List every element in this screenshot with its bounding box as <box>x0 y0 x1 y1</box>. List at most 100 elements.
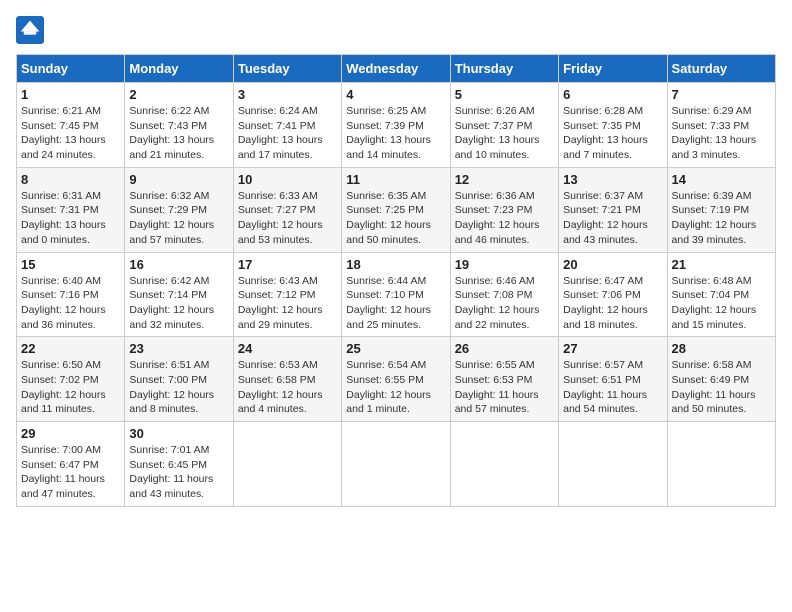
day-header-saturday: Saturday <box>667 55 775 83</box>
calendar-cell-day-2: 2 Sunrise: 6:22 AM Sunset: 7:43 PM Daylig… <box>125 83 233 168</box>
empty-cell <box>342 422 450 507</box>
day-number: 30 <box>129 426 228 441</box>
day-number: 7 <box>672 87 771 102</box>
cell-info: Sunrise: 6:29 AM Sunset: 7:33 PM Dayligh… <box>672 104 771 163</box>
day-number: 2 <box>129 87 228 102</box>
calendar-cell-day-3: 3Sunrise: 6:24 AM Sunset: 7:41 PM Daylig… <box>233 83 341 168</box>
cell-info: Sunrise: 6:33 AM Sunset: 7:27 PM Dayligh… <box>238 189 337 248</box>
day-number: 19 <box>455 257 554 272</box>
calendar-cell-day-15: 15 Sunrise: 6:40 AM Sunset: 7:16 PM Dayli… <box>17 252 125 337</box>
day-header-thursday: Thursday <box>450 55 558 83</box>
calendar-cell-day-28: 28Sunrise: 6:58 AM Sunset: 6:49 PM Dayli… <box>667 337 775 422</box>
day-number: 8 <box>21 172 120 187</box>
day-number: 27 <box>563 341 662 356</box>
cell-info: Sunrise: 6:50 AM Sunset: 7:02 PM Dayligh… <box>21 358 120 417</box>
calendar-cell-day-1: 1 Sunrise: 6:21 AM Sunset: 7:45 PM Daylig… <box>17 83 125 168</box>
calendar-week-row: 15 Sunrise: 6:40 AM Sunset: 7:16 PM Dayli… <box>17 252 776 337</box>
cell-info: Sunrise: 6:39 AM Sunset: 7:19 PM Dayligh… <box>672 189 771 248</box>
calendar-cell-day-11: 11 Sunrise: 6:35 AM Sunset: 7:25 PM Dayli… <box>342 167 450 252</box>
cell-info: Sunrise: 6:55 AM Sunset: 6:53 PM Dayligh… <box>455 358 554 417</box>
cell-info: Sunrise: 6:46 AM Sunset: 7:08 PM Dayligh… <box>455 274 554 333</box>
day-number: 18 <box>346 257 445 272</box>
cell-info: Sunrise: 6:53 AM Sunset: 6:58 PM Dayligh… <box>238 358 337 417</box>
calendar-cell-day-30: 30 Sunrise: 7:01 AM Sunset: 6:45 PM Dayli… <box>125 422 233 507</box>
day-number: 4 <box>346 87 445 102</box>
calendar-cell-day-22: 22 Sunrise: 6:50 AM Sunset: 7:02 PM Dayli… <box>17 337 125 422</box>
empty-cell <box>559 422 667 507</box>
day-header-sunday: Sunday <box>17 55 125 83</box>
day-number: 9 <box>129 172 228 187</box>
day-number: 29 <box>21 426 120 441</box>
cell-info: Sunrise: 6:22 AM Sunset: 7:43 PM Dayligh… <box>129 104 228 163</box>
cell-info: Sunrise: 6:28 AM Sunset: 7:35 PM Dayligh… <box>563 104 662 163</box>
cell-info: Sunrise: 6:26 AM Sunset: 7:37 PM Dayligh… <box>455 104 554 163</box>
day-header-tuesday: Tuesday <box>233 55 341 83</box>
calendar-week-row: 29Sunrise: 7:00 AM Sunset: 6:47 PM Dayli… <box>17 422 776 507</box>
calendar-cell-day-5: 5 Sunrise: 6:26 AM Sunset: 7:37 PM Daylig… <box>450 83 558 168</box>
calendar-cell-day-26: 26 Sunrise: 6:55 AM Sunset: 6:53 PM Dayli… <box>450 337 558 422</box>
day-number: 23 <box>129 341 228 356</box>
calendar-cell-day-6: 6 Sunrise: 6:28 AM Sunset: 7:35 PM Daylig… <box>559 83 667 168</box>
calendar-header-row: SundayMondayTuesdayWednesdayThursdayFrid… <box>17 55 776 83</box>
calendar-cell-day-17: 17Sunrise: 6:43 AM Sunset: 7:12 PM Dayli… <box>233 252 341 337</box>
logo <box>16 16 48 44</box>
cell-info: Sunrise: 6:42 AM Sunset: 7:14 PM Dayligh… <box>129 274 228 333</box>
day-number: 12 <box>455 172 554 187</box>
cell-info: Sunrise: 6:51 AM Sunset: 7:00 PM Dayligh… <box>129 358 228 417</box>
day-number: 15 <box>21 257 120 272</box>
day-number: 6 <box>563 87 662 102</box>
calendar-week-row: 1 Sunrise: 6:21 AM Sunset: 7:45 PM Daylig… <box>17 83 776 168</box>
calendar-cell-day-20: 20 Sunrise: 6:47 AM Sunset: 7:06 PM Dayli… <box>559 252 667 337</box>
day-header-wednesday: Wednesday <box>342 55 450 83</box>
calendar-cell-day-27: 27 Sunrise: 6:57 AM Sunset: 6:51 PM Dayli… <box>559 337 667 422</box>
day-number: 21 <box>672 257 771 272</box>
calendar-table: SundayMondayTuesdayWednesdayThursdayFrid… <box>16 54 776 507</box>
calendar-cell-day-29: 29Sunrise: 7:00 AM Sunset: 6:47 PM Dayli… <box>17 422 125 507</box>
calendar-cell-day-8: 8 Sunrise: 6:31 AM Sunset: 7:31 PM Daylig… <box>17 167 125 252</box>
day-number: 25 <box>346 341 445 356</box>
day-number: 11 <box>346 172 445 187</box>
cell-info: Sunrise: 6:40 AM Sunset: 7:16 PM Dayligh… <box>21 274 120 333</box>
calendar-cell-day-18: 18 Sunrise: 6:44 AM Sunset: 7:10 PM Dayli… <box>342 252 450 337</box>
calendar-cell-day-12: 12 Sunrise: 6:36 AM Sunset: 7:23 PM Dayli… <box>450 167 558 252</box>
cell-info: Sunrise: 6:35 AM Sunset: 7:25 PM Dayligh… <box>346 189 445 248</box>
cell-info: Sunrise: 7:01 AM Sunset: 6:45 PM Dayligh… <box>129 443 228 502</box>
calendar-cell-day-16: 16 Sunrise: 6:42 AM Sunset: 7:14 PM Dayli… <box>125 252 233 337</box>
calendar-cell-day-25: 25 Sunrise: 6:54 AM Sunset: 6:55 PM Dayli… <box>342 337 450 422</box>
calendar-body: 1 Sunrise: 6:21 AM Sunset: 7:45 PM Daylig… <box>17 83 776 507</box>
day-number: 20 <box>563 257 662 272</box>
day-number: 1 <box>21 87 120 102</box>
calendar-cell-day-23: 23 Sunrise: 6:51 AM Sunset: 7:00 PM Dayli… <box>125 337 233 422</box>
cell-info: Sunrise: 6:31 AM Sunset: 7:31 PM Dayligh… <box>21 189 120 248</box>
empty-cell <box>667 422 775 507</box>
empty-cell <box>233 422 341 507</box>
calendar-week-row: 22 Sunrise: 6:50 AM Sunset: 7:02 PM Dayli… <box>17 337 776 422</box>
calendar-cell-day-4: 4Sunrise: 6:25 AM Sunset: 7:39 PM Daylig… <box>342 83 450 168</box>
empty-cell <box>450 422 558 507</box>
cell-info: Sunrise: 6:36 AM Sunset: 7:23 PM Dayligh… <box>455 189 554 248</box>
day-number: 5 <box>455 87 554 102</box>
day-number: 17 <box>238 257 337 272</box>
calendar-cell-day-14: 14 Sunrise: 6:39 AM Sunset: 7:19 PM Dayli… <box>667 167 775 252</box>
calendar-cell-day-13: 13Sunrise: 6:37 AM Sunset: 7:21 PM Dayli… <box>559 167 667 252</box>
calendar-cell-day-9: 9Sunrise: 6:32 AM Sunset: 7:29 PM Daylig… <box>125 167 233 252</box>
cell-info: Sunrise: 6:47 AM Sunset: 7:06 PM Dayligh… <box>563 274 662 333</box>
cell-info: Sunrise: 6:57 AM Sunset: 6:51 PM Dayligh… <box>563 358 662 417</box>
calendar-cell-day-10: 10 Sunrise: 6:33 AM Sunset: 7:27 PM Dayli… <box>233 167 341 252</box>
day-header-friday: Friday <box>559 55 667 83</box>
cell-info: Sunrise: 6:54 AM Sunset: 6:55 PM Dayligh… <box>346 358 445 417</box>
calendar-cell-day-19: 19 Sunrise: 6:46 AM Sunset: 7:08 PM Dayli… <box>450 252 558 337</box>
day-number: 13 <box>563 172 662 187</box>
calendar-cell-day-21: 21Sunrise: 6:48 AM Sunset: 7:04 PM Dayli… <box>667 252 775 337</box>
calendar-cell-day-24: 24Sunrise: 6:53 AM Sunset: 6:58 PM Dayli… <box>233 337 341 422</box>
cell-info: Sunrise: 6:21 AM Sunset: 7:45 PM Dayligh… <box>21 104 120 163</box>
day-number: 26 <box>455 341 554 356</box>
day-number: 22 <box>21 341 120 356</box>
cell-info: Sunrise: 6:24 AM Sunset: 7:41 PM Dayligh… <box>238 104 337 163</box>
day-number: 10 <box>238 172 337 187</box>
logo-icon <box>16 16 44 44</box>
calendar-week-row: 8 Sunrise: 6:31 AM Sunset: 7:31 PM Daylig… <box>17 167 776 252</box>
cell-info: Sunrise: 6:44 AM Sunset: 7:10 PM Dayligh… <box>346 274 445 333</box>
day-number: 16 <box>129 257 228 272</box>
day-number: 14 <box>672 172 771 187</box>
